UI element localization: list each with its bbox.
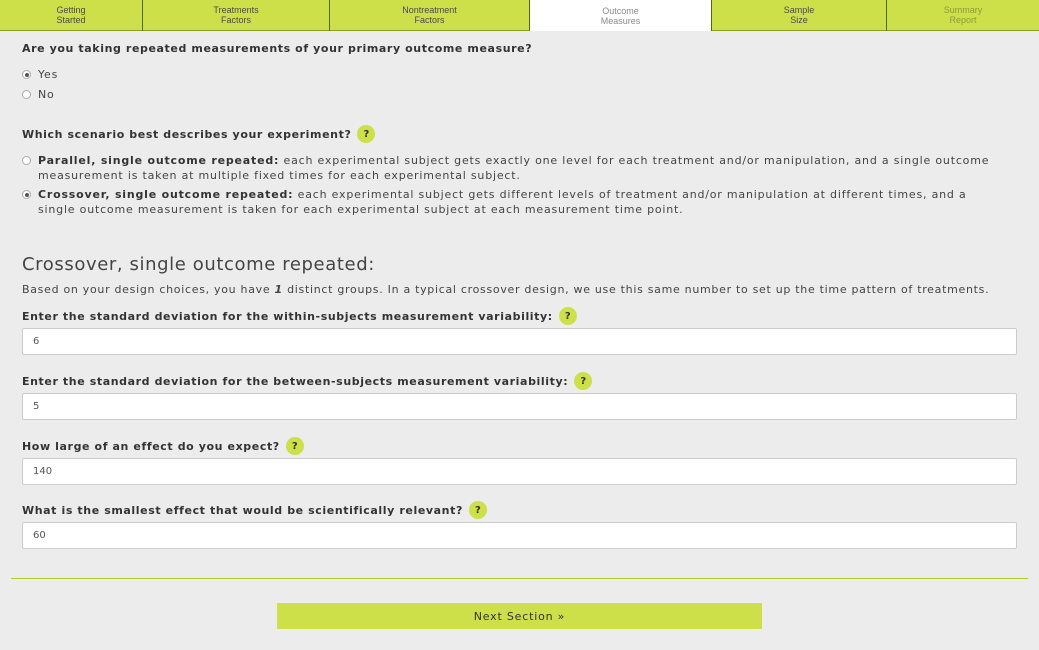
scenario-question: Which scenario best describes your exper… [22, 124, 376, 144]
section-divider [11, 578, 1028, 579]
between-sd-input[interactable] [22, 393, 1017, 420]
crossover-heading: Crossover, single outcome repeated: [22, 254, 375, 275]
scenario-question-text: Which scenario best describes your exper… [22, 127, 352, 141]
smallest-effect-input[interactable] [22, 522, 1017, 549]
effect-help-icon[interactable]: ? [285, 437, 304, 455]
scenario-parallel-text: Parallel, single outcome repeated: each … [38, 153, 992, 183]
radio-yes-circle[interactable] [22, 70, 31, 79]
radio-no-circle[interactable] [22, 90, 31, 99]
next-section-button[interactable]: Next Section » [277, 603, 762, 629]
scenario-crossover-text: Crossover, single outcome repeated: each… [38, 187, 992, 217]
scenario-option-parallel[interactable]: Parallel, single outcome repeated: each … [22, 153, 992, 183]
smallest-effect-help-icon[interactable]: ? [468, 501, 487, 519]
tab-sample-size[interactable]: Sample Size [712, 0, 887, 31]
scenario-crossover-title: Crossover, single outcome repeated: [38, 188, 294, 201]
within-sd-help-icon[interactable]: ? [558, 307, 577, 325]
groups-count: 1 [274, 283, 283, 296]
tab-summary-report[interactable]: Summary Report [887, 0, 1039, 31]
smallest-effect-label-text: What is the smallest effect that would b… [22, 503, 463, 517]
between-sd-label-text: Enter the standard deviation for the bet… [22, 374, 569, 388]
tab-treatments-factors[interactable]: Treatments Factors [143, 0, 330, 31]
between-sd-label: Enter the standard deviation for the bet… [22, 371, 593, 391]
effect-label-text: How large of an effect do you expect? [22, 439, 280, 453]
scenario-help-icon[interactable]: ? [357, 125, 376, 143]
radio-yes-label: Yes [38, 68, 59, 81]
scenario-crossover-radio[interactable] [22, 190, 31, 199]
within-sd-input[interactable] [22, 328, 1017, 355]
groups-info: Based on your design choices, you have 1… [22, 283, 989, 296]
groups-info-suffix: distinct groups. In a typical crossover … [282, 283, 990, 296]
effect-input[interactable] [22, 458, 1017, 485]
between-sd-help-icon[interactable]: ? [574, 372, 593, 390]
repeated-question-text: Are you taking repeated measurements of … [22, 41, 533, 55]
within-sd-label: Enter the standard deviation for the wit… [22, 306, 577, 326]
radio-yes[interactable]: Yes [22, 67, 58, 82]
groups-info-prefix: Based on your design choices, you have [22, 283, 275, 296]
tab-getting-started[interactable]: Getting Started [0, 0, 143, 31]
smallest-effect-label: What is the smallest effect that would b… [22, 500, 487, 520]
within-sd-label-text: Enter the standard deviation for the wit… [22, 309, 553, 323]
wizard-tabs: Getting Started Treatments Factors Nontr… [0, 0, 1039, 31]
tab-outcome-measures[interactable]: Outcome Measures [530, 0, 712, 31]
radio-no[interactable]: No [22, 87, 55, 102]
radio-no-label: No [38, 88, 55, 101]
repeated-question: Are you taking repeated measurements of … [22, 40, 532, 56]
scenario-parallel-radio[interactable] [22, 156, 31, 165]
scenario-parallel-title: Parallel, single outcome repeated: [38, 154, 280, 167]
effect-label: How large of an effect do you expect? ? [22, 436, 304, 456]
scenario-option-crossover[interactable]: Crossover, single outcome repeated: each… [22, 187, 992, 217]
tab-nontreatment-factors[interactable]: Nontreatment Factors [330, 0, 530, 31]
